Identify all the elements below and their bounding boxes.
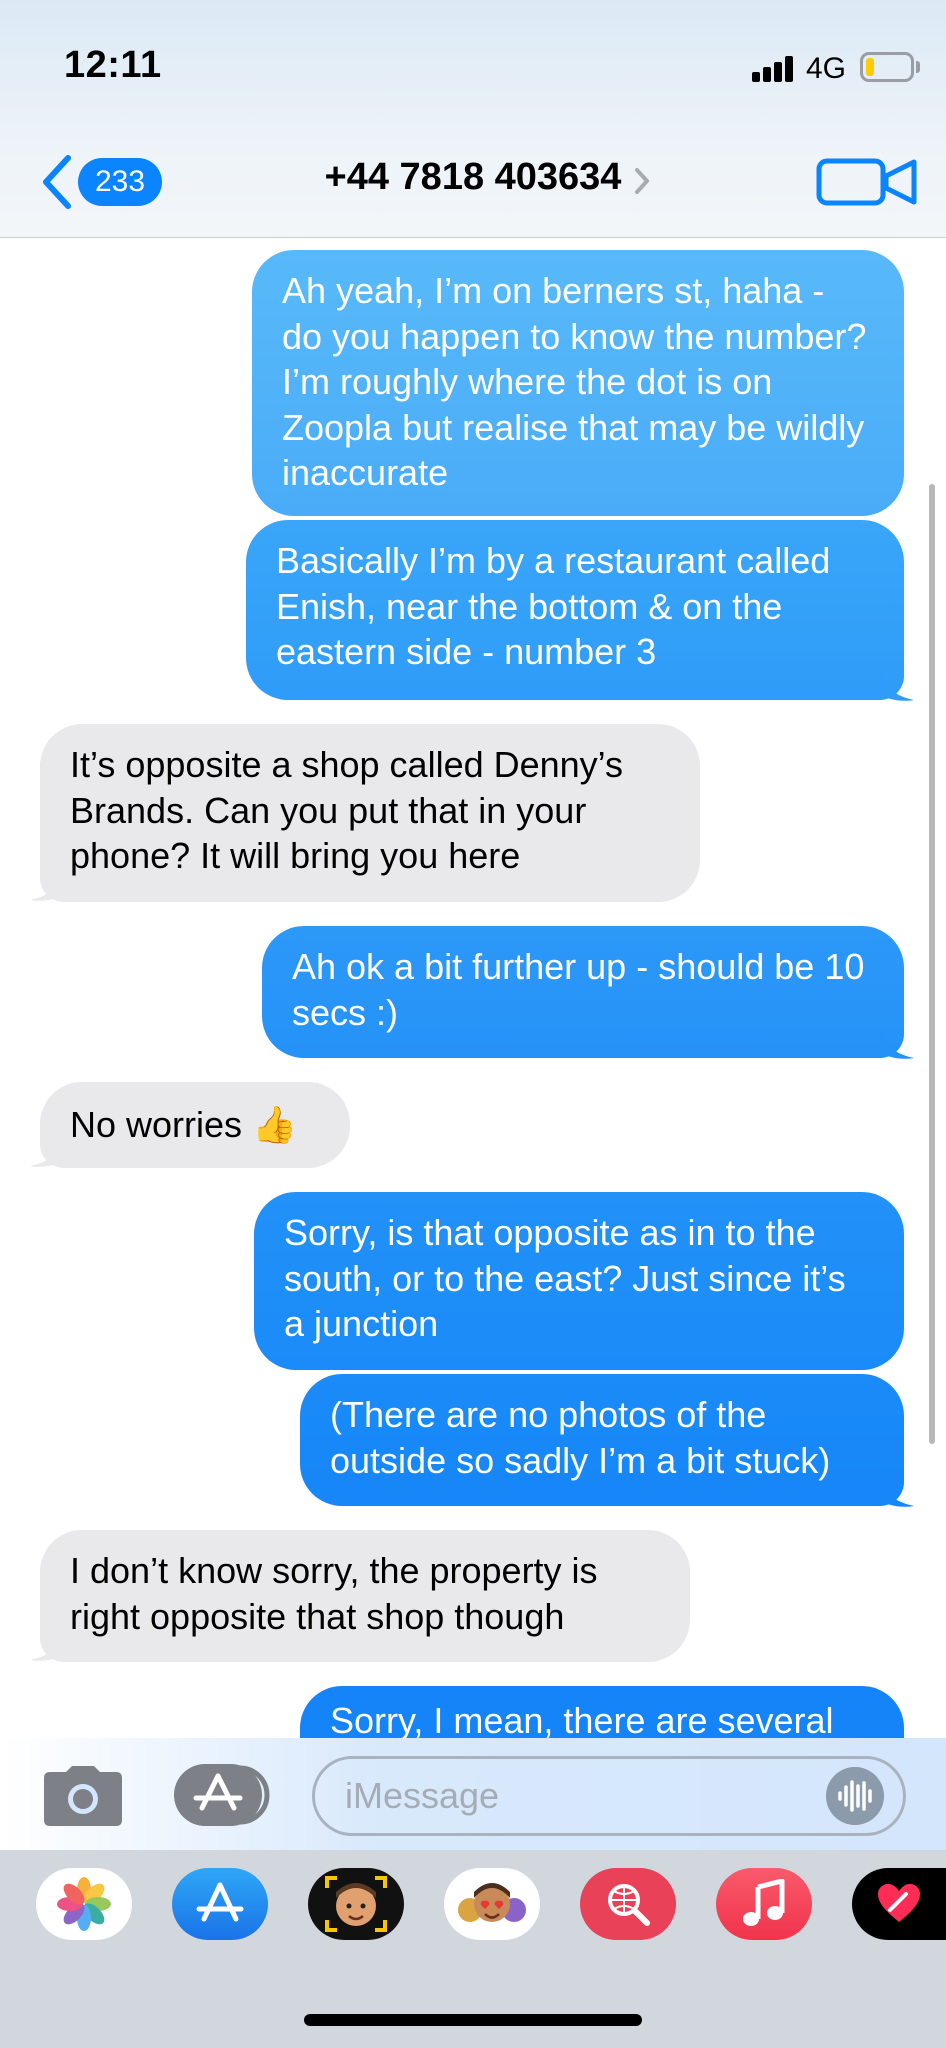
web-search-icon[interactable] [580, 1868, 676, 1940]
bubble-tail [880, 1030, 914, 1059]
camera-icon[interactable] [44, 1764, 122, 1826]
bubble-tail [30, 1138, 64, 1167]
battery-icon [860, 52, 914, 82]
bubble-tail [880, 1478, 914, 1507]
message-text: It’s opposite a shop called Denny’s Bran… [70, 744, 624, 876]
audio-message-icon[interactable] [826, 1767, 884, 1825]
bubble-tail [30, 1632, 64, 1661]
memoji-camera-icon[interactable] [308, 1868, 404, 1940]
message-bubble-sent[interactable]: Sorry, is that opposite as in to the sou… [254, 1192, 904, 1370]
contact-details-button[interactable] [280, 150, 670, 210]
message-text: Sorry, I mean, there are several [330, 1700, 834, 1738]
message-text: (There are no photos of the outside so s… [330, 1394, 831, 1481]
message-bubble-sent[interactable]: Basically I’m by a restaurant called Eni… [246, 520, 904, 700]
message-text: Basically I’m by a restaurant called Eni… [276, 540, 831, 672]
digital-touch-icon[interactable] [852, 1868, 946, 1940]
message-text: I don’t know sorry, the property is righ… [70, 1550, 598, 1637]
message-bubble-sent[interactable]: Sorry, I mean, there are several [300, 1686, 904, 1738]
cellular-signal-icon [752, 56, 794, 82]
memoji-stickers-icon[interactable] [444, 1868, 540, 1940]
photos-app-icon[interactable] [36, 1868, 132, 1940]
message-bubble-received[interactable]: It’s opposite a shop called Denny’s Bran… [40, 724, 700, 902]
message-bubble-sent[interactable]: Ah yeah, I’m on berners st, haha - do yo… [252, 250, 904, 516]
message-text: Ah yeah, I’m on berners st, haha - do yo… [282, 270, 867, 493]
message-text: No worries 👍 [70, 1104, 297, 1145]
music-icon[interactable] [716, 1868, 812, 1940]
message-text: Ah ok a bit further up - should be 10 se… [292, 946, 865, 1033]
message-bubble-received[interactable]: No worries 👍 [40, 1082, 350, 1168]
message-bubble-received[interactable]: I don’t know sorry, the property is righ… [40, 1530, 690, 1662]
scroll-indicator[interactable] [929, 484, 935, 1444]
battery-tip [916, 61, 920, 73]
app-store-icon[interactable] [172, 1868, 268, 1940]
message-bubble-sent[interactable]: Ah ok a bit further up - should be 10 se… [262, 926, 904, 1058]
home-indicator[interactable] [304, 2014, 642, 2026]
message-bubble-sent[interactable]: (There are no photos of the outside so s… [300, 1374, 904, 1506]
status-time: 12:11 [64, 44, 162, 86]
back-chevron-icon[interactable] [38, 152, 76, 212]
message-text: Sorry, is that opposite as in to the sou… [284, 1212, 846, 1344]
network-type: 4G [806, 52, 847, 85]
bubble-tail [30, 872, 64, 901]
imessage-input[interactable] [312, 1756, 906, 1836]
app-store-apps-icon[interactable] [174, 1764, 270, 1826]
chevron-right-icon [635, 168, 649, 194]
facetime-video-icon[interactable] [816, 158, 920, 206]
bubble-tail [880, 672, 914, 701]
back-unread-badge[interactable]: 233 [78, 158, 162, 206]
